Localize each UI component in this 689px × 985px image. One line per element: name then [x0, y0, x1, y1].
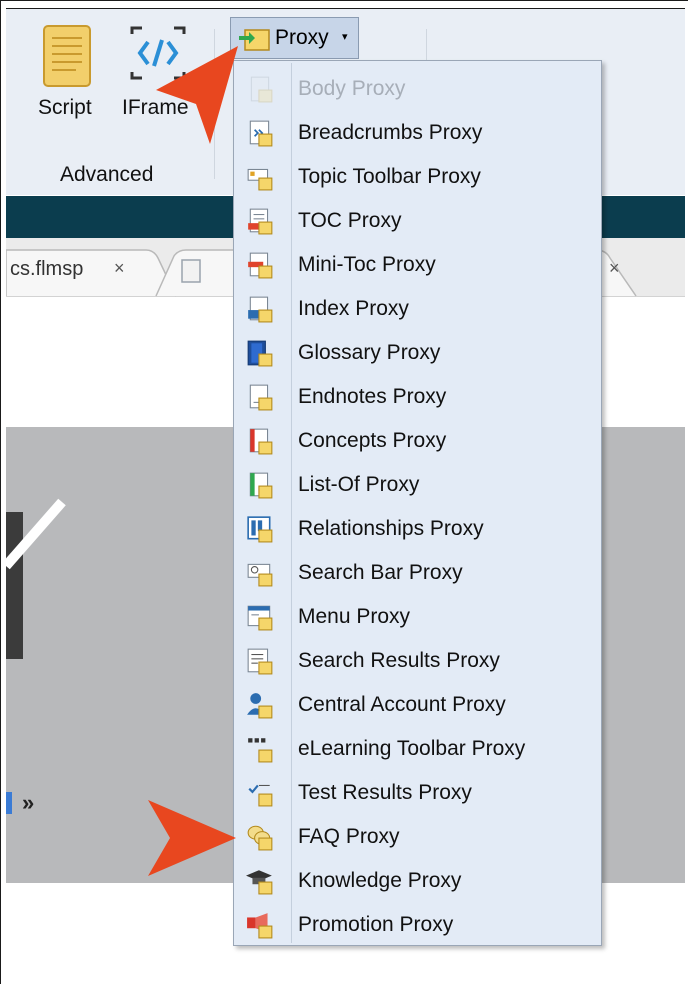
menu-item-relationships-proxy[interactable]: Relationships Proxy — [234, 507, 601, 551]
menu-item-glossary-proxy[interactable]: Glossary Proxy — [234, 331, 601, 375]
menu-item-mini-toc-proxy[interactable]: Mini-Toc Proxy — [234, 243, 601, 287]
menu-item-label: TOC Proxy — [298, 209, 402, 232]
callout-arrow-icon — [156, 46, 238, 144]
menu-item-test-results-proxy[interactable]: Test Results Proxy — [234, 771, 601, 815]
menu-item-endnotes-proxy[interactable]: Endnotes Proxy — [234, 375, 601, 419]
menu-item-list-of-proxy[interactable]: List-Of Proxy — [234, 463, 601, 507]
close-icon[interactable]: × — [114, 258, 125, 279]
concepts-proxy-icon — [246, 427, 274, 455]
menu-item-central-account-proxy[interactable]: Central Account Proxy — [234, 683, 601, 727]
menu-item-label: List-Of Proxy — [298, 473, 420, 496]
menu-item-label: Breadcrumbs Proxy — [298, 121, 483, 144]
proxy-button-label: Proxy — [275, 26, 329, 49]
glossary-proxy-icon — [246, 339, 274, 367]
index-proxy-icon — [246, 295, 274, 323]
menu-item-toc-proxy[interactable]: TOC Proxy — [234, 199, 601, 243]
menu-item-label: Test Results Proxy — [298, 781, 472, 804]
menu-item-index-proxy[interactable]: Index Proxy — [234, 287, 601, 331]
menu-item-label: Knowledge Proxy — [298, 869, 462, 892]
menu-item-label: Endnotes Proxy — [298, 385, 447, 408]
script-icon — [43, 25, 91, 87]
knowledge-proxy-icon — [246, 867, 274, 895]
search-results-proxy-icon — [246, 647, 274, 675]
menu-item-elearning-toolbar-proxy[interactable]: eLearning Toolbar Proxy — [234, 727, 601, 771]
chevron-down-icon: ▾ — [342, 31, 348, 43]
chevron-right-icon: » — [22, 790, 35, 815]
close-icon[interactable]: × — [609, 258, 620, 279]
menu-item-faq-proxy[interactable]: FAQ Proxy — [234, 815, 601, 859]
search-bar-proxy-icon — [246, 559, 274, 587]
menu-item-label: Search Bar Proxy — [298, 561, 463, 584]
elearning-toolbar-proxy-icon — [246, 735, 274, 763]
menu-item-search-results-proxy[interactable]: Search Results Proxy — [234, 639, 601, 683]
script-button-label: Script — [38, 96, 92, 119]
preview-diagonal-stroke — [6, 498, 66, 570]
tab-flmsp[interactable]: cs.flmsp — [10, 258, 83, 281]
menu-item-label: Menu Proxy — [298, 605, 411, 628]
menu-proxy-icon — [246, 603, 274, 631]
proxy-dropdown-menu: Body Proxy Breadcrumbs Proxy Topic Toolbar… — [233, 60, 602, 946]
menu-item-breadcrumbs-proxy[interactable]: Breadcrumbs Proxy — [234, 111, 601, 155]
topic-toolbar-proxy-icon — [246, 163, 274, 191]
menu-item-label: Glossary Proxy — [298, 341, 441, 364]
menu-item-label: Relationships Proxy — [298, 517, 484, 540]
faq-proxy-icon — [246, 823, 274, 851]
menu-item-body-proxy: Body Proxy — [234, 67, 601, 111]
list-of-proxy-icon — [246, 471, 274, 499]
menu-item-label: FAQ Proxy — [298, 825, 400, 848]
body-proxy-icon — [246, 75, 274, 103]
promotion-proxy-icon — [246, 911, 274, 939]
test-results-proxy-icon — [246, 779, 274, 807]
menu-item-label: Topic Toolbar Proxy — [298, 165, 481, 188]
menu-item-knowledge-proxy[interactable]: Knowledge Proxy — [234, 859, 601, 903]
menu-item-promotion-proxy[interactable]: Promotion Proxy — [234, 903, 601, 947]
ribbon-group-label: Advanced — [60, 163, 154, 186]
menu-item-search-bar-proxy[interactable]: Search Bar Proxy — [234, 551, 601, 595]
relationships-proxy-icon — [246, 515, 274, 543]
callout-arrow-icon — [148, 800, 236, 876]
menu-item-label: Body Proxy — [298, 77, 406, 100]
toc-proxy-icon — [246, 207, 274, 235]
menu-item-topic-toolbar-proxy[interactable]: Topic Toolbar Proxy — [234, 155, 601, 199]
menu-item-menu-proxy[interactable]: Menu Proxy — [234, 595, 601, 639]
central-account-proxy-icon — [246, 691, 274, 719]
preview-link-fragment — [6, 792, 12, 814]
menu-item-label: eLearning Toolbar Proxy — [298, 737, 526, 760]
breadcrumbs-proxy-icon — [246, 119, 274, 147]
menu-item-label: Mini-Toc Proxy — [298, 253, 436, 276]
menu-item-label: Central Account Proxy — [298, 693, 506, 716]
menu-item-label: Concepts Proxy — [298, 429, 447, 452]
menu-item-label: Search Results Proxy — [298, 649, 500, 672]
menu-item-label: Promotion Proxy — [298, 913, 454, 936]
endnotes-proxy-icon — [246, 383, 274, 411]
menu-item-label: Index Proxy — [298, 297, 409, 320]
menu-item-concepts-proxy[interactable]: Concepts Proxy — [234, 419, 601, 463]
mini-toc-proxy-icon — [246, 251, 274, 279]
